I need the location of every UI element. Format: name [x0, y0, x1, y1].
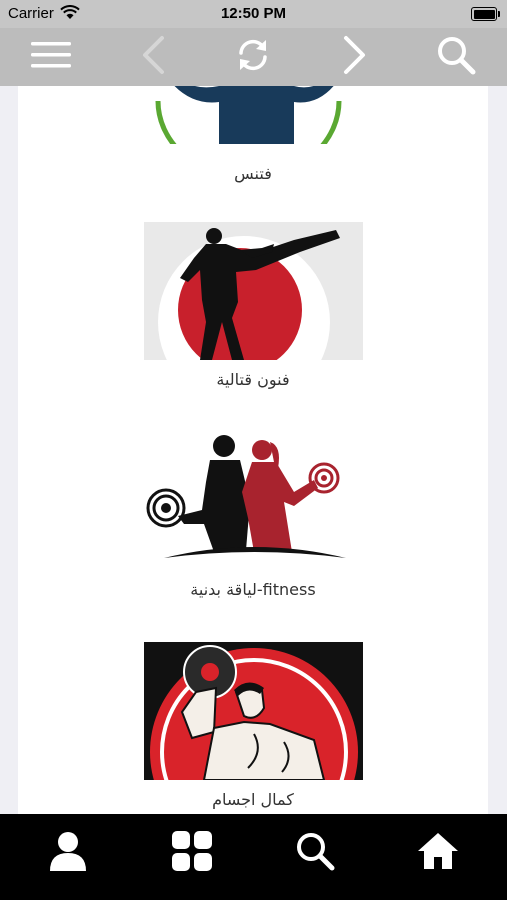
- tab-home[interactable]: [408, 828, 468, 878]
- fitness-logo-image: [144, 86, 363, 144]
- forward-arrow-icon: [342, 35, 368, 79]
- category-title: كمال اجسام: [212, 790, 294, 809]
- category-panel: فتنس فنون قتالية لياقة بدنية-fitness كما…: [18, 86, 488, 814]
- menu-icon: [31, 41, 71, 73]
- top-nav-bar: [0, 28, 507, 86]
- menu-button[interactable]: [22, 28, 80, 86]
- grid-icon: [172, 831, 212, 875]
- category-item-martial-arts[interactable]: فنون قتالية: [18, 222, 488, 402]
- search-icon: [436, 35, 476, 79]
- refresh-icon: [235, 37, 271, 77]
- tab-search[interactable]: [285, 828, 345, 878]
- category-item-bodybuilding[interactable]: كمال اجسام: [18, 642, 488, 814]
- forward-button[interactable]: [326, 28, 384, 86]
- category-title: فتنس: [234, 164, 272, 183]
- status-bar: Carrier 12:50 PM: [0, 0, 507, 28]
- category-item-fitness[interactable]: فتنس: [18, 86, 488, 186]
- category-item-physical-fitness[interactable]: لياقة بدنية-fitness: [18, 432, 488, 612]
- battery-icon: [471, 7, 500, 21]
- profile-icon: [49, 831, 87, 875]
- martial-arts-image: [144, 222, 363, 360]
- fitness-couple-image: [144, 432, 363, 570]
- refresh-button[interactable]: [224, 28, 282, 86]
- category-title: فنون قتالية: [216, 370, 290, 389]
- clock: 12:50 PM: [220, 5, 287, 22]
- search-icon: [295, 831, 335, 875]
- back-arrow-icon: [140, 35, 166, 79]
- search-button[interactable]: [427, 28, 485, 86]
- category-title: لياقة بدنية-fitness: [190, 580, 316, 599]
- category-list[interactable]: فتنس فنون قتالية لياقة بدنية-fitness كما…: [0, 86, 507, 814]
- tab-profile[interactable]: [38, 828, 98, 878]
- home-icon: [417, 831, 459, 875]
- bodybuilding-image: [144, 642, 363, 780]
- back-button[interactable]: [124, 28, 182, 86]
- bottom-tab-bar: [0, 814, 507, 900]
- tab-categories[interactable]: [162, 828, 222, 878]
